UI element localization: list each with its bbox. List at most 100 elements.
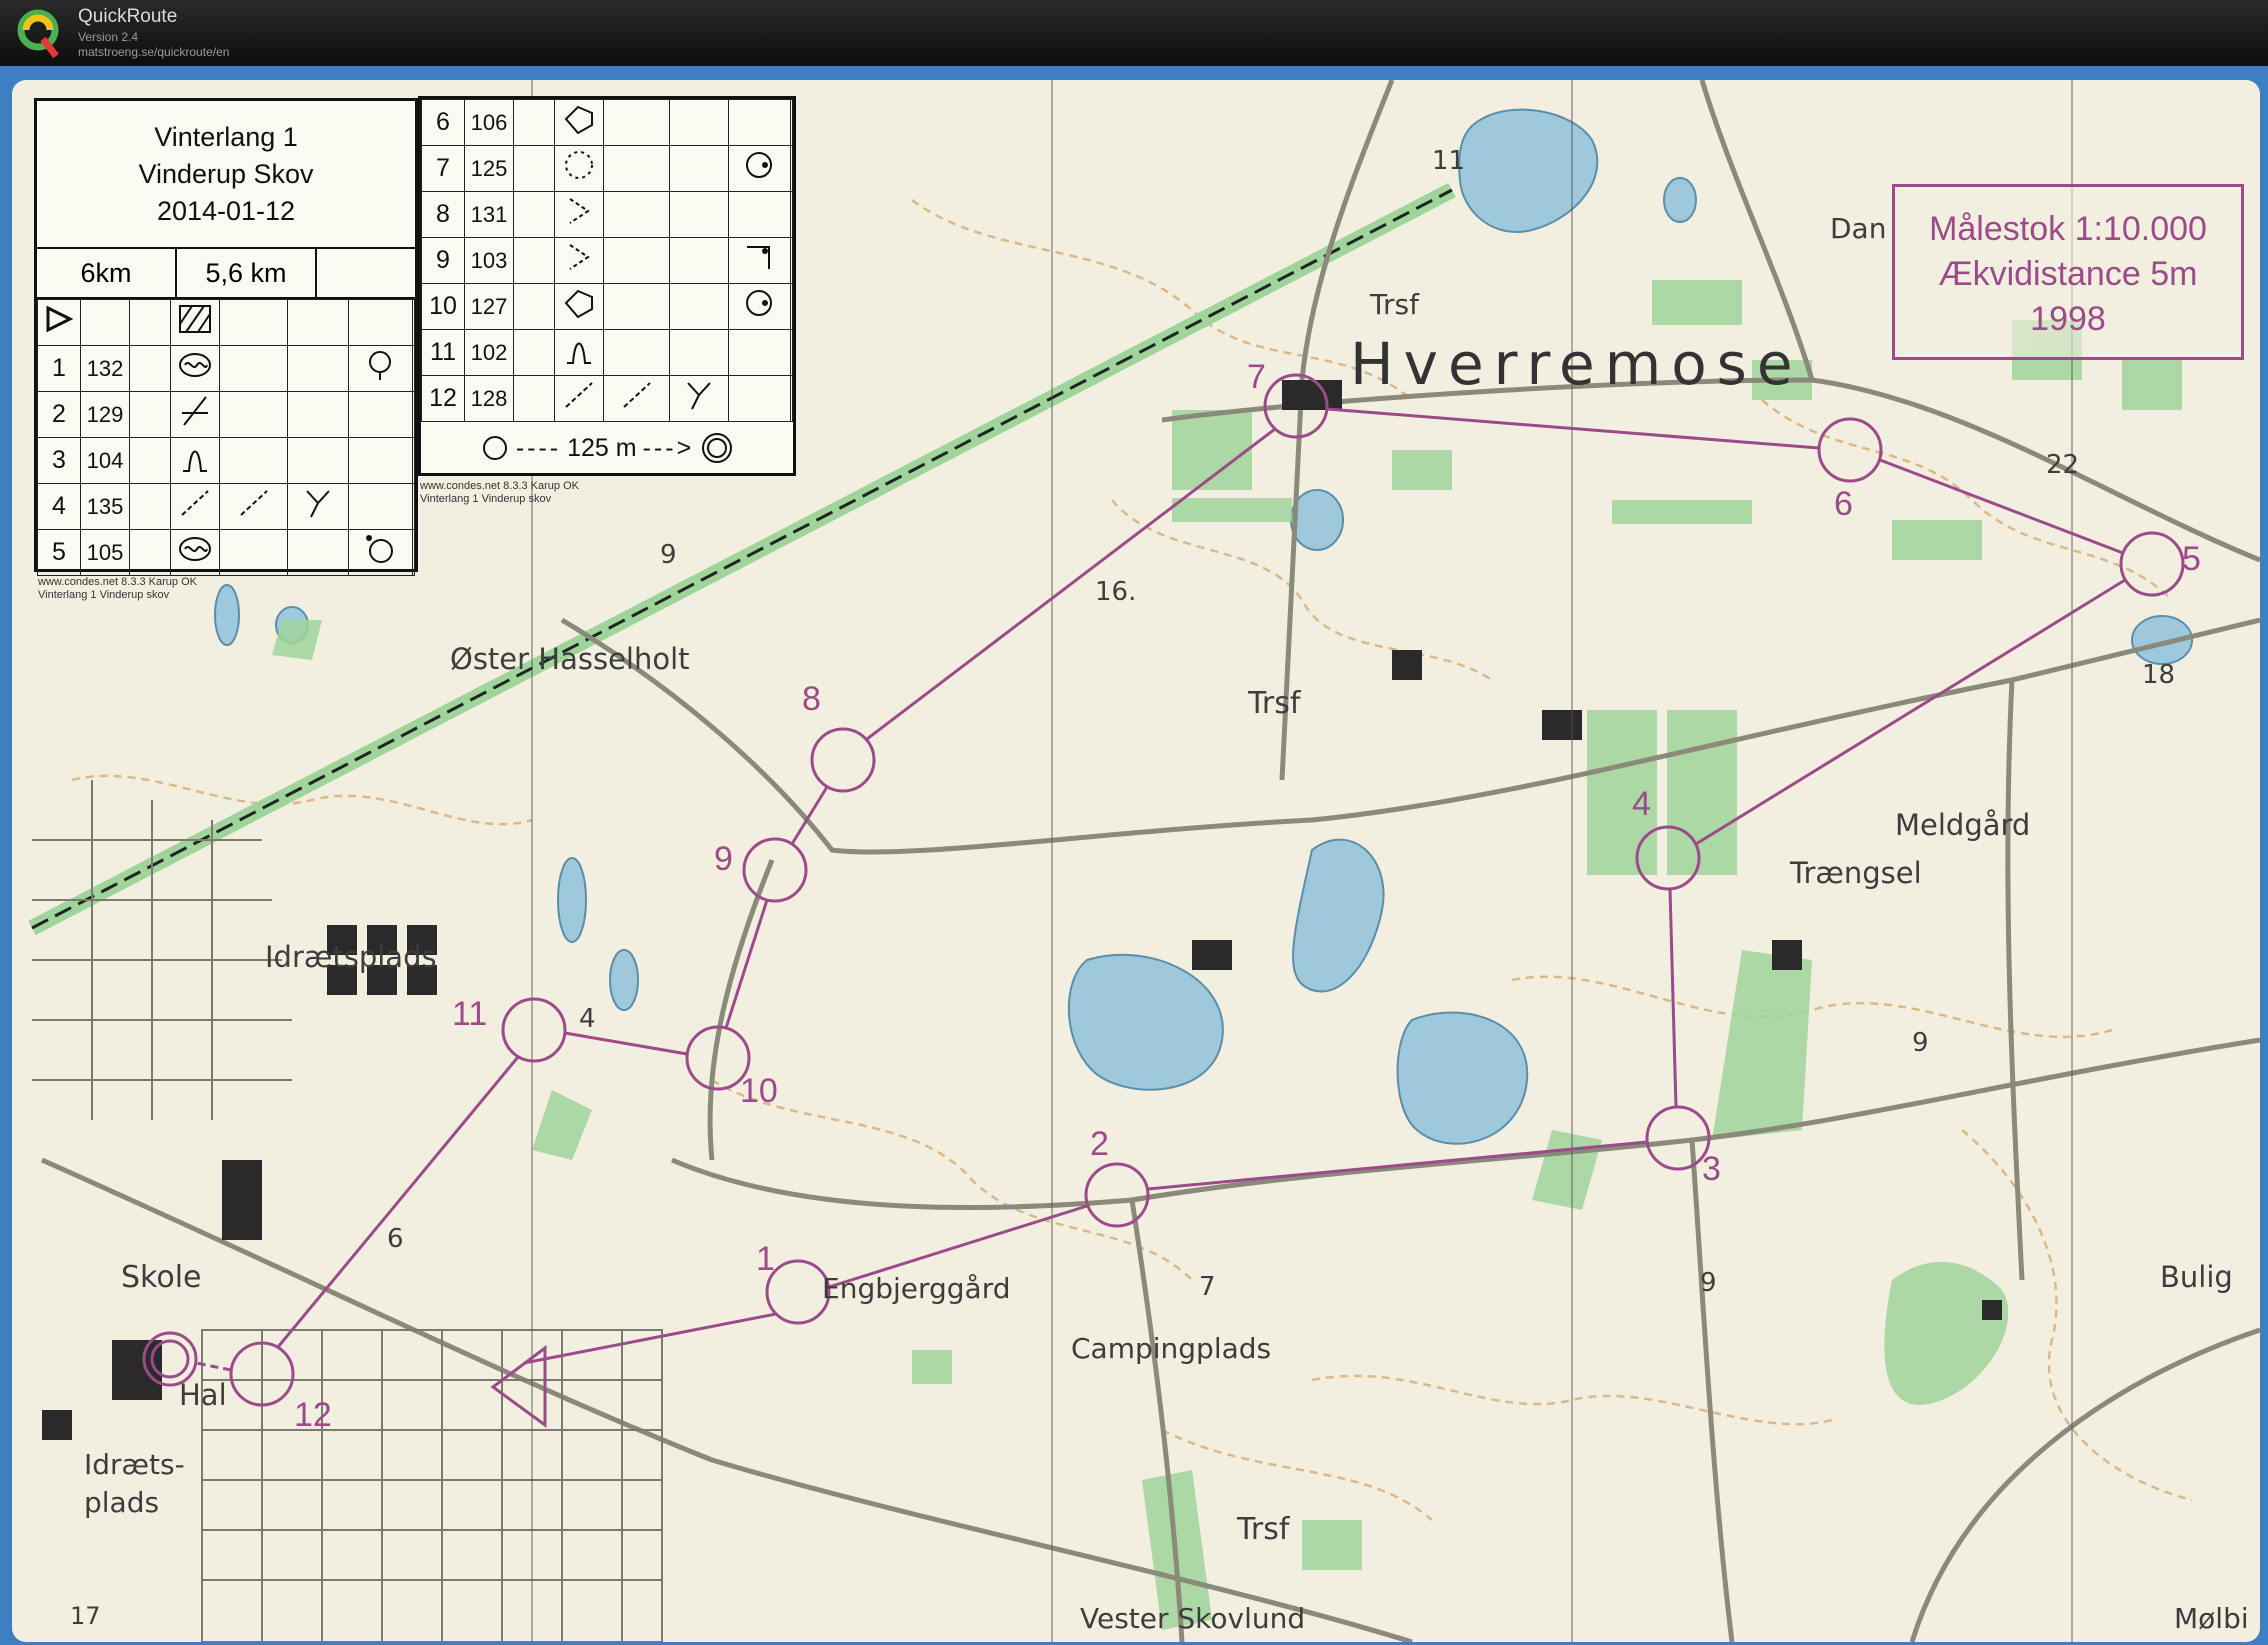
control-num: 9 bbox=[421, 237, 465, 284]
control-num: 2 bbox=[37, 391, 81, 438]
control-5 bbox=[2119, 531, 2185, 597]
place-traengsel: Trængsel bbox=[1790, 856, 1922, 890]
control-num: 3 bbox=[37, 437, 81, 484]
control-code: 127 bbox=[464, 283, 514, 330]
event-date: 2014-01-12 bbox=[156, 196, 296, 226]
control-row-9: 9 103 bbox=[421, 237, 793, 284]
course-overprint bbox=[142, 373, 2185, 1428]
control-number-5: 5 bbox=[2182, 540, 2201, 578]
fence-corner-icon bbox=[564, 105, 593, 135]
control-row-12: 12 128 bbox=[421, 375, 793, 422]
control-row-1: 1 132 bbox=[37, 345, 415, 392]
control-code: 104 bbox=[80, 437, 130, 484]
control-row-3: 3 104 bbox=[37, 437, 415, 484]
control-code: 131 bbox=[464, 191, 514, 238]
length-row: 6km 5,6 km bbox=[37, 249, 415, 299]
control-code: 102 bbox=[464, 329, 514, 376]
control-number-7: 7 bbox=[1247, 358, 1266, 396]
spot-height-22: 22 bbox=[2046, 450, 2080, 480]
app-name: QuickRoute bbox=[78, 6, 178, 27]
credit-line: www.condes.net 8.3.3 Karup OK bbox=[38, 576, 197, 588]
foot-icon bbox=[369, 351, 392, 380]
control-table-right: 6 106 7 125 8 131 9 103 10 127 11 102 12… bbox=[421, 99, 793, 422]
scale-line: Målestok 1:10.000 bbox=[1929, 210, 2207, 248]
east-side-icon bbox=[746, 152, 773, 178]
app-version: Version 2.4 bbox=[78, 30, 139, 44]
place-engbjerggard: Engbjerggård bbox=[822, 1272, 1011, 1305]
credit-line: www.condes.net 8.3.3 Karup OK bbox=[420, 480, 579, 492]
fenced-area-icon bbox=[179, 305, 211, 333]
control-code: 132 bbox=[80, 345, 130, 392]
control-number-3: 3 bbox=[1702, 1150, 1721, 1188]
path-junction-icon bbox=[182, 396, 208, 426]
control-2 bbox=[1084, 1162, 1150, 1228]
control-number-1: 1 bbox=[756, 1240, 775, 1278]
control-description-right: 6 106 7 125 8 131 9 103 10 127 11 102 12… bbox=[418, 96, 796, 476]
place-dan: Dan bbox=[1830, 212, 1887, 245]
control-num: 7 bbox=[421, 145, 465, 192]
last-control-circle-icon bbox=[482, 436, 507, 460]
place-hal: Hal bbox=[179, 1378, 227, 1412]
finish-distance: 125 m bbox=[567, 433, 637, 462]
place-trsf-2: Trsf bbox=[1248, 686, 1301, 721]
path-crossing-icon bbox=[181, 490, 209, 516]
event-name: Vinterlang 1 bbox=[154, 122, 298, 152]
control-row-4: 4 135 bbox=[37, 483, 415, 530]
control-number-11: 11 bbox=[452, 995, 488, 1033]
control-number-8: 8 bbox=[802, 680, 821, 718]
spot-height-9c: 9 bbox=[1700, 1268, 1717, 1298]
control-9 bbox=[742, 837, 808, 903]
place-vester-skovlund: Vester Skovlund bbox=[1080, 1602, 1306, 1635]
finish-dash-right: ---> bbox=[642, 433, 695, 462]
depression-icon bbox=[179, 353, 211, 377]
control-8 bbox=[810, 727, 876, 793]
place-idraetsplads-3: plads bbox=[84, 1486, 160, 1519]
control-row-6: 6 106 bbox=[421, 99, 793, 146]
control-row-11: 11 102 bbox=[421, 329, 793, 376]
place-trsf-1: Trsf bbox=[1370, 288, 1419, 321]
control-num: 6 bbox=[421, 99, 465, 146]
knoll-icon bbox=[567, 342, 591, 364]
course-header: Vinterlang 1 Vinderup Skov 2014-01-12 bbox=[37, 101, 415, 249]
place-oster-hasselholt: Øster Hasselholt bbox=[450, 642, 690, 676]
place-hverremose: Hverremose bbox=[1350, 330, 1803, 398]
control-code: 128 bbox=[464, 375, 514, 422]
control-num: 1 bbox=[37, 345, 81, 392]
control-6 bbox=[1817, 417, 1883, 483]
control-number-6: 6 bbox=[1834, 485, 1853, 523]
place-meldgard: Meldgård bbox=[1895, 808, 2031, 842]
control-row-8: 8 131 bbox=[421, 191, 793, 238]
northwest-side-icon bbox=[366, 535, 394, 563]
control-code: 103 bbox=[464, 237, 514, 284]
map-year-line: 1998 bbox=[2030, 300, 2106, 338]
control-number-10: 10 bbox=[740, 1072, 778, 1110]
spot-height-4: 4 bbox=[579, 1004, 596, 1034]
spot-height-17: 17 bbox=[70, 1602, 101, 1630]
app-url[interactable]: matstroeng.se/quickroute/en bbox=[78, 45, 229, 59]
control-num: 11 bbox=[421, 329, 465, 376]
depression-icon bbox=[179, 537, 211, 561]
path-fork-icon bbox=[306, 490, 330, 518]
path-crossing-icon bbox=[565, 382, 593, 408]
place-idraetsplads-2: Idræts- bbox=[84, 1448, 185, 1481]
condes-credit-right: www.condes.net 8.3.3 Karup OK Vinterlang… bbox=[420, 480, 579, 506]
control-1 bbox=[765, 1259, 831, 1325]
quickroute-logo-icon bbox=[17, 9, 59, 59]
control-code: 129 bbox=[80, 391, 130, 438]
credit-line: Vinterlang 1 Vinderup skov bbox=[420, 493, 552, 505]
spot-height-9b: 9 bbox=[1912, 1028, 1929, 1058]
control-number-2: 2 bbox=[1090, 1125, 1109, 1163]
control-row-7: 7 125 bbox=[421, 145, 793, 192]
re-entrant-icon bbox=[569, 198, 590, 224]
control-description-left: Vinterlang 1 Vinderup Skov 2014-01-12 6k… bbox=[34, 98, 418, 576]
control-table-left: 1 132 2 129 3 104 4 135 5 105 bbox=[37, 299, 415, 576]
fence-corner-icon bbox=[564, 289, 593, 319]
place-trsf-3: Trsf bbox=[1237, 1512, 1290, 1547]
control-11 bbox=[501, 997, 567, 1063]
path-crossing-icon bbox=[239, 490, 268, 516]
control-row-2: 2 129 bbox=[37, 391, 415, 438]
start-triangle-icon bbox=[46, 305, 74, 333]
control-code: 105 bbox=[80, 529, 130, 576]
spot-height-6: 6 bbox=[387, 1224, 404, 1254]
control-number-4: 4 bbox=[1632, 785, 1651, 823]
